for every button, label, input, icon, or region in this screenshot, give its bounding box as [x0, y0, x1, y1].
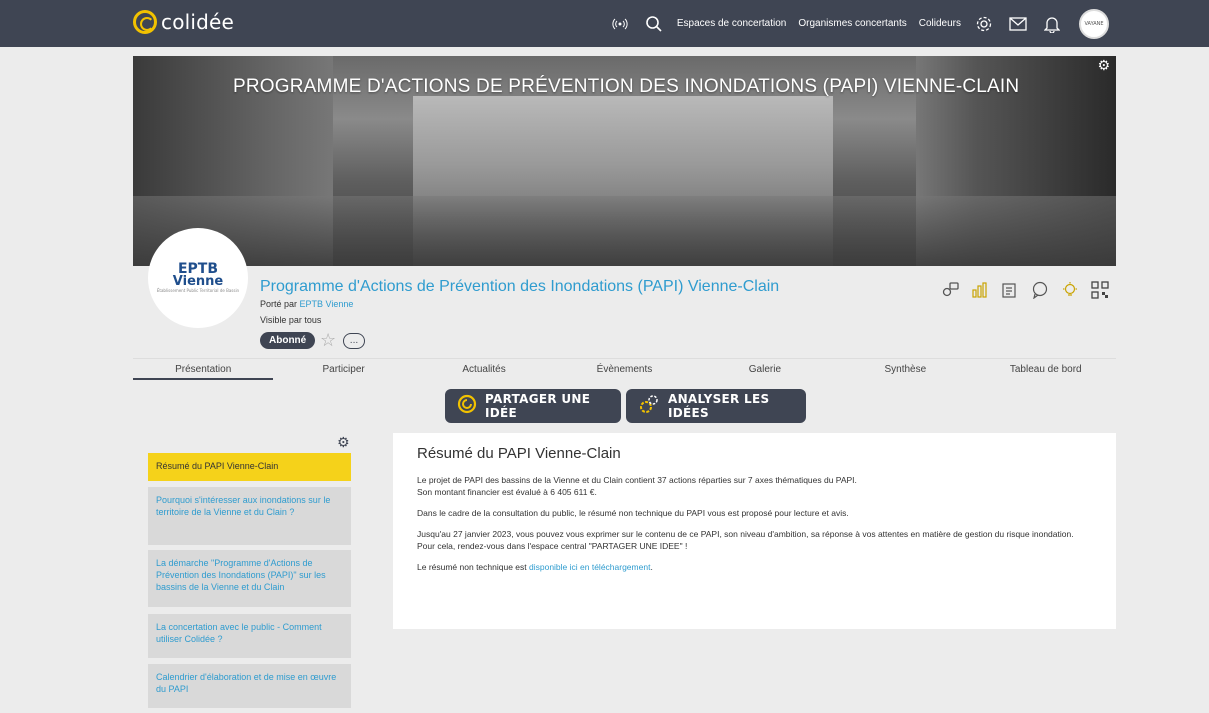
tab-presentation[interactable]: Présentation	[133, 359, 274, 380]
sidebar-item-resume[interactable]: Résumé du PAPI Vienne-Clain	[148, 453, 351, 481]
more-options-button[interactable]: ...	[343, 333, 365, 349]
analyze-ideas-button[interactable]: ANALYSER LES IDÉES	[626, 389, 806, 423]
tab-tableau-de-bord[interactable]: Tableau de bord	[976, 359, 1116, 380]
content-paragraph-1a: Le projet de PAPI des bassins de la Vien…	[417, 475, 857, 485]
share-idea-label: PARTAGER UNE IDÉE	[485, 392, 591, 420]
content-paragraph-1: Le projet de PAPI des bassins de la Vien…	[417, 474, 1092, 498]
org-logo-small-text: Établissement Public Territorial de Bass…	[156, 288, 240, 293]
project-owner-prefix: Porté par	[260, 299, 300, 309]
content-paragraph-1b: Son montant financier est évalué à 6 405…	[417, 487, 597, 497]
tab-actualites[interactable]: Actualités	[414, 359, 554, 380]
qr-code-icon[interactable]	[1091, 281, 1109, 299]
broadcast-icon[interactable]	[610, 14, 630, 34]
brand-name: colidée	[161, 10, 235, 34]
nav-link-colideurs[interactable]: Colideurs	[919, 18, 961, 29]
user-avatar[interactable]: VAYANE	[1079, 8, 1109, 39]
top-navigation-bar: colidée Espaces de concertation Organism…	[0, 0, 1209, 47]
content-paragraph-3: Jusqu'au 27 janvier 2023, vous pouvez vo…	[417, 529, 1074, 551]
avatar-text: VAYANE	[1084, 20, 1104, 27]
colidee-swirl-icon	[457, 394, 477, 419]
bar-chart-icon[interactable]	[971, 281, 989, 299]
nav-right: Espaces de concertation Organismes conce…	[603, 0, 1109, 47]
analyze-ideas-label: ANALYSER LES IDÉES	[668, 392, 770, 420]
colidee-logo-icon	[133, 10, 157, 34]
organization-logo[interactable]: EPTB Vienne Établissement Public Territo…	[148, 228, 248, 328]
content-p4-prefix: Le résumé non technique est	[417, 562, 529, 572]
tab-evenements[interactable]: Évènements	[554, 359, 694, 380]
content-p4-suffix: .	[650, 562, 653, 572]
content-panel: Résumé du PAPI Vienne-Clain Le projet de…	[393, 433, 1116, 629]
download-link[interactable]: disponible ici en téléchargement	[529, 562, 650, 572]
favorite-star-icon[interactable]: ☆	[320, 330, 336, 351]
search-icon[interactable]	[644, 14, 664, 34]
share-idea-button[interactable]: PARTAGER UNE IDÉE	[445, 389, 621, 423]
content-paragraph-4: Le résumé non technique est disponible i…	[417, 561, 1092, 573]
bell-icon[interactable]	[1042, 14, 1062, 34]
project-banner-image: PROGRAMME D'ACTIONS DE PRÉVENTION DES IN…	[133, 56, 1116, 266]
subscribed-badge[interactable]: Abonné	[260, 332, 316, 349]
tab-galerie[interactable]: Galerie	[695, 359, 835, 380]
sidebar-item-calendrier[interactable]: Calendrier d'élaboration et de mise en œ…	[148, 664, 351, 708]
org-logo-line2: Vienne	[172, 274, 224, 289]
project-tools	[929, 281, 1109, 299]
nav-link-espaces[interactable]: Espaces de concertation	[677, 18, 787, 29]
community-ideas-icon[interactable]	[941, 281, 959, 299]
project-visibility: Visible par tous	[260, 315, 322, 325]
project-title: Programme d'Actions de Prévention des In…	[260, 278, 780, 295]
tab-synthese[interactable]: Synthèse	[835, 359, 975, 380]
sidebar-item-concertation[interactable]: La concertation avec le public - Comment…	[148, 614, 351, 658]
sidebar-item-pourquoi[interactable]: Pourquoi s'intéresser aux inondations su…	[148, 487, 351, 545]
chat-bubble-icon[interactable]	[1031, 281, 1049, 299]
banner-settings-gear-icon[interactable]: ⚙	[1097, 58, 1110, 74]
survey-form-icon[interactable]	[1001, 281, 1019, 299]
colidee-logo[interactable]: colidée	[133, 10, 234, 34]
banner-flood-water	[133, 196, 1116, 266]
settings-gear-icon[interactable]	[974, 14, 994, 34]
project-owner-link[interactable]: EPTB Vienne	[300, 299, 354, 309]
project-owner: Porté par EPTB Vienne	[260, 299, 353, 309]
sidebar-item-demarche[interactable]: La démarche "Programme d'Actions de Prév…	[148, 550, 351, 607]
banner-title: PROGRAMME D'ACTIONS DE PRÉVENTION DES IN…	[233, 76, 1020, 97]
project-tabs: Présentation Participer Actualités Évène…	[133, 358, 1116, 380]
tab-participer[interactable]: Participer	[273, 359, 413, 380]
gears-icon	[638, 393, 660, 420]
lightbulb-icon[interactable]	[1061, 281, 1079, 299]
content-heading: Résumé du PAPI Vienne-Clain	[417, 445, 621, 462]
sidebar-settings-gear-icon[interactable]: ⚙	[337, 435, 350, 451]
nav-link-organismes[interactable]: Organismes concertants	[798, 18, 906, 29]
content-paragraph-2: Dans le cadre de la consultation du publ…	[417, 508, 849, 518]
mail-icon[interactable]	[1008, 14, 1028, 34]
